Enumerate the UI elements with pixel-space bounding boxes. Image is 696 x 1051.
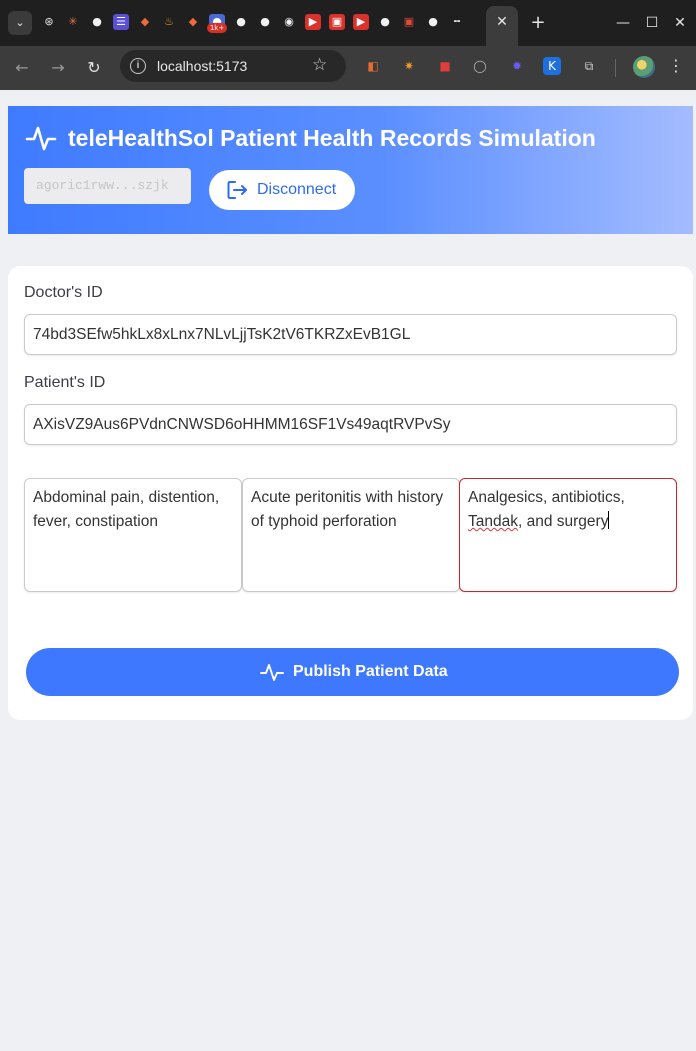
close-window-icon[interactable]: ✕ (669, 11, 691, 35)
youtube-icon[interactable]: ▣ (329, 14, 345, 30)
figma-icon[interactable]: ◆ (185, 14, 201, 30)
back-button[interactable]: ← (9, 55, 35, 81)
patient-id-input[interactable] (24, 404, 677, 445)
maximize-window-icon[interactable]: ☐ (641, 11, 663, 35)
profile-avatar[interactable] (633, 56, 655, 78)
disconnect-button[interactable]: Disconnect (209, 170, 355, 210)
treatment-textarea[interactable]: Analgesics, antibiotics, Tandak, and sur… (459, 478, 677, 592)
box-icon[interactable]: ▣ (401, 14, 417, 30)
ring-ext-icon[interactable]: ◯ (471, 57, 489, 75)
dash-icon[interactable]: ╍ (449, 14, 465, 30)
k-ext-icon[interactable]: K (543, 57, 561, 75)
github-icon[interactable]: ● (89, 14, 105, 30)
gear-ext-icon[interactable]: ✹ (508, 57, 526, 75)
bookmark-star-icon[interactable]: ☆ (312, 55, 327, 75)
bookmark-ext-icon[interactable]: ◧ (364, 57, 382, 75)
new-tab-button[interactable]: + (527, 11, 549, 35)
app-header: teleHealthSol Patient Health Records Sim… (8, 106, 693, 234)
youtube-icon[interactable]: ▶ (353, 14, 369, 30)
github-icon[interactable]: ● (425, 14, 441, 30)
forward-button[interactable]: → (45, 55, 71, 81)
github-icon[interactable]: ● (377, 14, 393, 30)
youtube-icon[interactable]: ▶ (305, 14, 321, 30)
treatment-text-end: , and surgery (517, 513, 609, 530)
claude-icon[interactable]: ✳ (65, 14, 81, 30)
misspelled-word: Tandak (468, 513, 518, 530)
browser-menu-icon[interactable]: ⋮ (668, 56, 684, 75)
treatment-text-start: Analgesics, antibiotics, (468, 489, 625, 506)
patient-record-form: Doctor's ID Patient's ID Abdominal pain,… (8, 266, 693, 720)
close-tab-icon[interactable]: ✕ (493, 13, 511, 31)
openai-icon[interactable]: ⊛ (41, 14, 57, 30)
site-info-icon[interactable]: i (130, 58, 146, 74)
lock-ext-icon[interactable]: ■ (436, 57, 454, 75)
browser-tab-strip: ⌄ ⊛ ✳ ● ☰ ◆ ♨ ◆ ● 1k+ ● ● ◉ ▶ ▣ ▶ ● ▣ ● ╍ ✕ + — ☐ ✕ (0, 0, 696, 46)
github-icon[interactable]: ● (233, 14, 249, 30)
puzzle-icon[interactable]: ⧉ (580, 57, 598, 75)
notification-count-badge: 1k+ (207, 23, 227, 33)
doctor-id-label: Doctor's ID (24, 284, 103, 301)
publish-patient-data-button[interactable]: Publish Patient Data (26, 648, 679, 696)
publish-label: Publish Patient Data (293, 663, 448, 680)
github-icon[interactable]: ● (257, 14, 273, 30)
patient-id-label: Patient's ID (24, 374, 106, 391)
reload-button[interactable]: ↻ (81, 55, 107, 81)
tab-search-dropdown-icon[interactable]: ⌄ (8, 11, 32, 35)
flame-icon[interactable]: ♨ (161, 14, 177, 30)
disconnect-label: Disconnect (257, 181, 337, 198)
activity-pulse-icon (260, 664, 284, 681)
diagnosis-textarea[interactable]: Acute peritonitis with history of typhoi… (242, 478, 460, 592)
url-text[interactable]: localhost:5173 (157, 58, 247, 74)
minimize-window-icon[interactable]: — (612, 11, 634, 35)
page-title: teleHealthSol Patient Health Records Sim… (68, 125, 596, 151)
wallet-address: agoric1rww...szjk (24, 168, 191, 204)
browser-toolbar: ← → ↻ i localhost:5173 ☆ ◧ ✷ ■ ◯ ✹ K ⧉ ⋮ (0, 46, 696, 90)
spark-ext-icon[interactable]: ✷ (400, 57, 418, 75)
logout-icon (227, 181, 247, 199)
activity-pulse-icon (25, 126, 57, 151)
circle-icon[interactable]: ◉ (281, 14, 297, 30)
address-bar[interactable]: i localhost:5173 ☆ (120, 50, 346, 82)
figma-icon[interactable]: ◆ (137, 14, 153, 30)
symptoms-textarea[interactable]: Abdominal pain, distention, fever, const… (24, 478, 242, 592)
list-icon[interactable]: ☰ (113, 14, 129, 30)
toolbar-divider (615, 59, 616, 77)
doctor-id-input[interactable] (24, 314, 677, 355)
text-cursor (608, 511, 610, 529)
